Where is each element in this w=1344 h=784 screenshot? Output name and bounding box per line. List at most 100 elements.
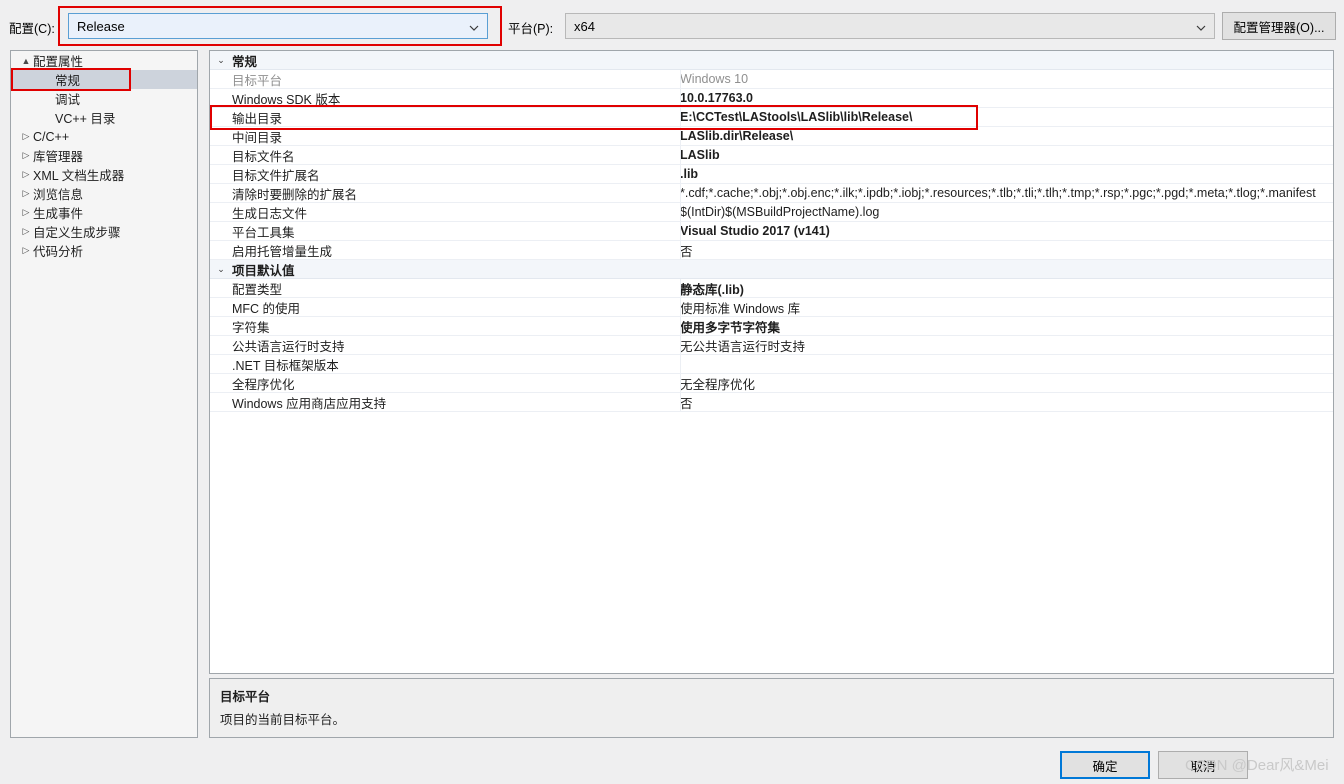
- property-row[interactable]: 启用托管增量生成 否: [210, 241, 1333, 260]
- property-row[interactable]: 全程序优化 无全程序优化: [210, 374, 1333, 393]
- property-row[interactable]: 公共语言运行时支持 无公共语言运行时支持: [210, 336, 1333, 355]
- platform-label: 平台(P):: [508, 22, 554, 36]
- column-separator: [680, 298, 681, 316]
- property-name: 目标文件名: [232, 149, 295, 164]
- tree-item-4[interactable]: ▷ C/C++: [11, 127, 197, 146]
- tree-item-7[interactable]: ▷ 浏览信息: [11, 184, 197, 203]
- chevron-down-icon: [469, 21, 479, 31]
- expand-arrow-icon[interactable]: ▷: [19, 169, 33, 180]
- property-row[interactable]: Windows 应用商店应用支持 否: [210, 393, 1333, 412]
- tree-item-0[interactable]: ▲ 配置属性: [11, 51, 197, 70]
- property-value[interactable]: Windows 10: [680, 72, 1333, 86]
- properties-grid[interactable]: ⌄ 常规 目标平台 Windows 10 Windows SDK 版本 10.0.1776…: [209, 50, 1334, 674]
- expand-arrow-icon[interactable]: ▷: [19, 207, 33, 218]
- chevron-down-icon: [1196, 21, 1206, 31]
- column-separator: [680, 89, 681, 107]
- property-value[interactable]: $(IntDir)$(MSBuildProjectName).log: [680, 205, 1333, 219]
- configuration-dropdown[interactable]: Release: [68, 13, 488, 39]
- tree-item-label: VC++ 目录: [55, 112, 116, 126]
- column-separator: [680, 146, 681, 164]
- column-separator: [680, 279, 681, 297]
- tree-item-6[interactable]: ▷ XML 文档生成器: [11, 165, 197, 184]
- property-value[interactable]: *.cdf;*.cache;*.obj;*.obj.enc;*.ilk;*.ip…: [680, 186, 1333, 200]
- property-row[interactable]: .NET 目标框架版本: [210, 355, 1333, 374]
- property-value[interactable]: 否: [680, 393, 1333, 411]
- column-separator: [680, 336, 681, 354]
- tree-item-10[interactable]: ▷ 代码分析: [11, 241, 197, 260]
- properties-tree[interactable]: ▲ 配置属性 常规 调试 VC++ 目录 ▷ C/C++ ▷ 库管理器 ▷ XML 文档生成器 ▷ 浏览…: [10, 50, 198, 738]
- property-value[interactable]: 否: [680, 241, 1333, 259]
- property-row[interactable]: 目标平台 Windows 10: [210, 70, 1333, 89]
- property-value[interactable]: 使用多字节字符集: [680, 317, 1333, 335]
- property-row[interactable]: 目标文件名 LASlib: [210, 146, 1333, 165]
- property-row[interactable]: 输出目录 E:\CCTest\LAStools\LASlib\lib\Releas…: [210, 108, 1333, 127]
- property-row[interactable]: 生成日志文件 $(IntDir)$(MSBuildProjectName).log: [210, 203, 1333, 222]
- property-name: 平台工具集: [232, 225, 295, 240]
- expand-arrow-icon[interactable]: ▷: [19, 150, 33, 161]
- column-separator: [680, 184, 681, 202]
- property-name: MFC 的使用: [232, 301, 301, 316]
- tree-item-2[interactable]: 调试: [11, 89, 197, 108]
- property-row[interactable]: 目标文件扩展名 .lib: [210, 165, 1333, 184]
- property-value[interactable]: 使用标准 Windows 库: [680, 298, 1333, 316]
- tree-item-9[interactable]: ▷ 自定义生成步骤: [11, 222, 197, 241]
- property-category-row[interactable]: ⌄ 常规: [210, 51, 1333, 70]
- property-name: 启用托管增量生成: [232, 244, 333, 259]
- column-separator: [680, 222, 681, 240]
- property-row[interactable]: 字符集 使用多字节字符集: [210, 317, 1333, 336]
- property-row[interactable]: 配置类型 静态库(.lib): [210, 279, 1333, 298]
- property-name: 项目默认值: [232, 263, 295, 278]
- configuration-manager-button-label: 配置管理器(O)...: [1233, 20, 1325, 35]
- property-value[interactable]: Visual Studio 2017 (v141): [680, 224, 1333, 238]
- expand-arrow-icon[interactable]: ▷: [19, 131, 33, 142]
- property-row[interactable]: 平台工具集 Visual Studio 2017 (v141): [210, 222, 1333, 241]
- tree-item-label: XML 文档生成器: [33, 169, 125, 183]
- property-name: 清除时要删除的扩展名: [232, 187, 358, 202]
- property-value[interactable]: 无公共语言运行时支持: [680, 336, 1333, 354]
- property-value[interactable]: LASlib: [680, 148, 1333, 162]
- tree-item-1[interactable]: 常规: [11, 70, 197, 89]
- project-properties-dialog: 配置(C): Release 平台(P): x64 配置管理器(O)... ▲ 配…: [0, 0, 1344, 784]
- property-row[interactable]: 中间目录 LASlib.dir\Release\: [210, 127, 1333, 146]
- property-row[interactable]: Windows SDK 版本 10.0.17763.0: [210, 89, 1333, 108]
- chevron-down-icon[interactable]: ⌄: [210, 264, 232, 275]
- ok-button[interactable]: 确定: [1060, 751, 1150, 779]
- column-separator: [680, 203, 681, 221]
- property-description-pane: 目标平台 项目的当前目标平台。: [209, 678, 1334, 738]
- configuration-label: 配置(C):: [9, 22, 55, 36]
- tree-item-3[interactable]: VC++ 目录: [11, 108, 197, 127]
- property-value[interactable]: 10.0.17763.0: [680, 91, 1333, 105]
- tree-item-8[interactable]: ▷ 生成事件: [11, 203, 197, 222]
- tree-item-label: 配置属性: [33, 55, 84, 69]
- property-name: 生成日志文件: [232, 206, 308, 221]
- tree-item-label: 库管理器: [33, 150, 84, 164]
- tree-item-label: 浏览信息: [33, 188, 84, 202]
- collapse-arrow-icon[interactable]: ▲: [19, 56, 33, 66]
- property-value[interactable]: 无全程序优化: [680, 374, 1333, 392]
- column-separator: [680, 355, 681, 373]
- column-separator: [680, 241, 681, 259]
- expand-arrow-icon[interactable]: ▷: [19, 188, 33, 199]
- property-name: 输出目录: [232, 111, 283, 126]
- expand-arrow-icon[interactable]: ▷: [19, 245, 33, 256]
- property-value[interactable]: .lib: [680, 167, 1333, 181]
- property-row[interactable]: 清除时要删除的扩展名 *.cdf;*.cache;*.obj;*.obj.enc;…: [210, 184, 1333, 203]
- property-description-body: 项目的当前目标平台。: [220, 713, 346, 727]
- property-value[interactable]: LASlib.dir\Release\: [680, 129, 1333, 143]
- property-value[interactable]: E:\CCTest\LAStools\LASlib\lib\Release\: [680, 110, 1333, 124]
- cancel-button-label: 取消: [1190, 759, 1216, 774]
- property-category-row[interactable]: ⌄ 项目默认值: [210, 260, 1333, 279]
- column-separator: [680, 165, 681, 183]
- tree-item-label: 常规: [55, 74, 81, 88]
- tree-item-5[interactable]: ▷ 库管理器: [11, 146, 197, 165]
- cancel-button[interactable]: 取消: [1158, 751, 1248, 779]
- platform-dropdown[interactable]: x64: [565, 13, 1215, 39]
- tree-item-label: 自定义生成步骤: [33, 226, 121, 240]
- property-row[interactable]: MFC 的使用 使用标准 Windows 库: [210, 298, 1333, 317]
- property-description-title: 目标平台: [220, 690, 271, 704]
- property-name: 配置类型: [232, 282, 283, 297]
- property-value[interactable]: 静态库(.lib): [680, 279, 1333, 297]
- chevron-down-icon[interactable]: ⌄: [210, 55, 232, 66]
- expand-arrow-icon[interactable]: ▷: [19, 226, 33, 237]
- configuration-manager-button[interactable]: 配置管理器(O)...: [1222, 12, 1336, 40]
